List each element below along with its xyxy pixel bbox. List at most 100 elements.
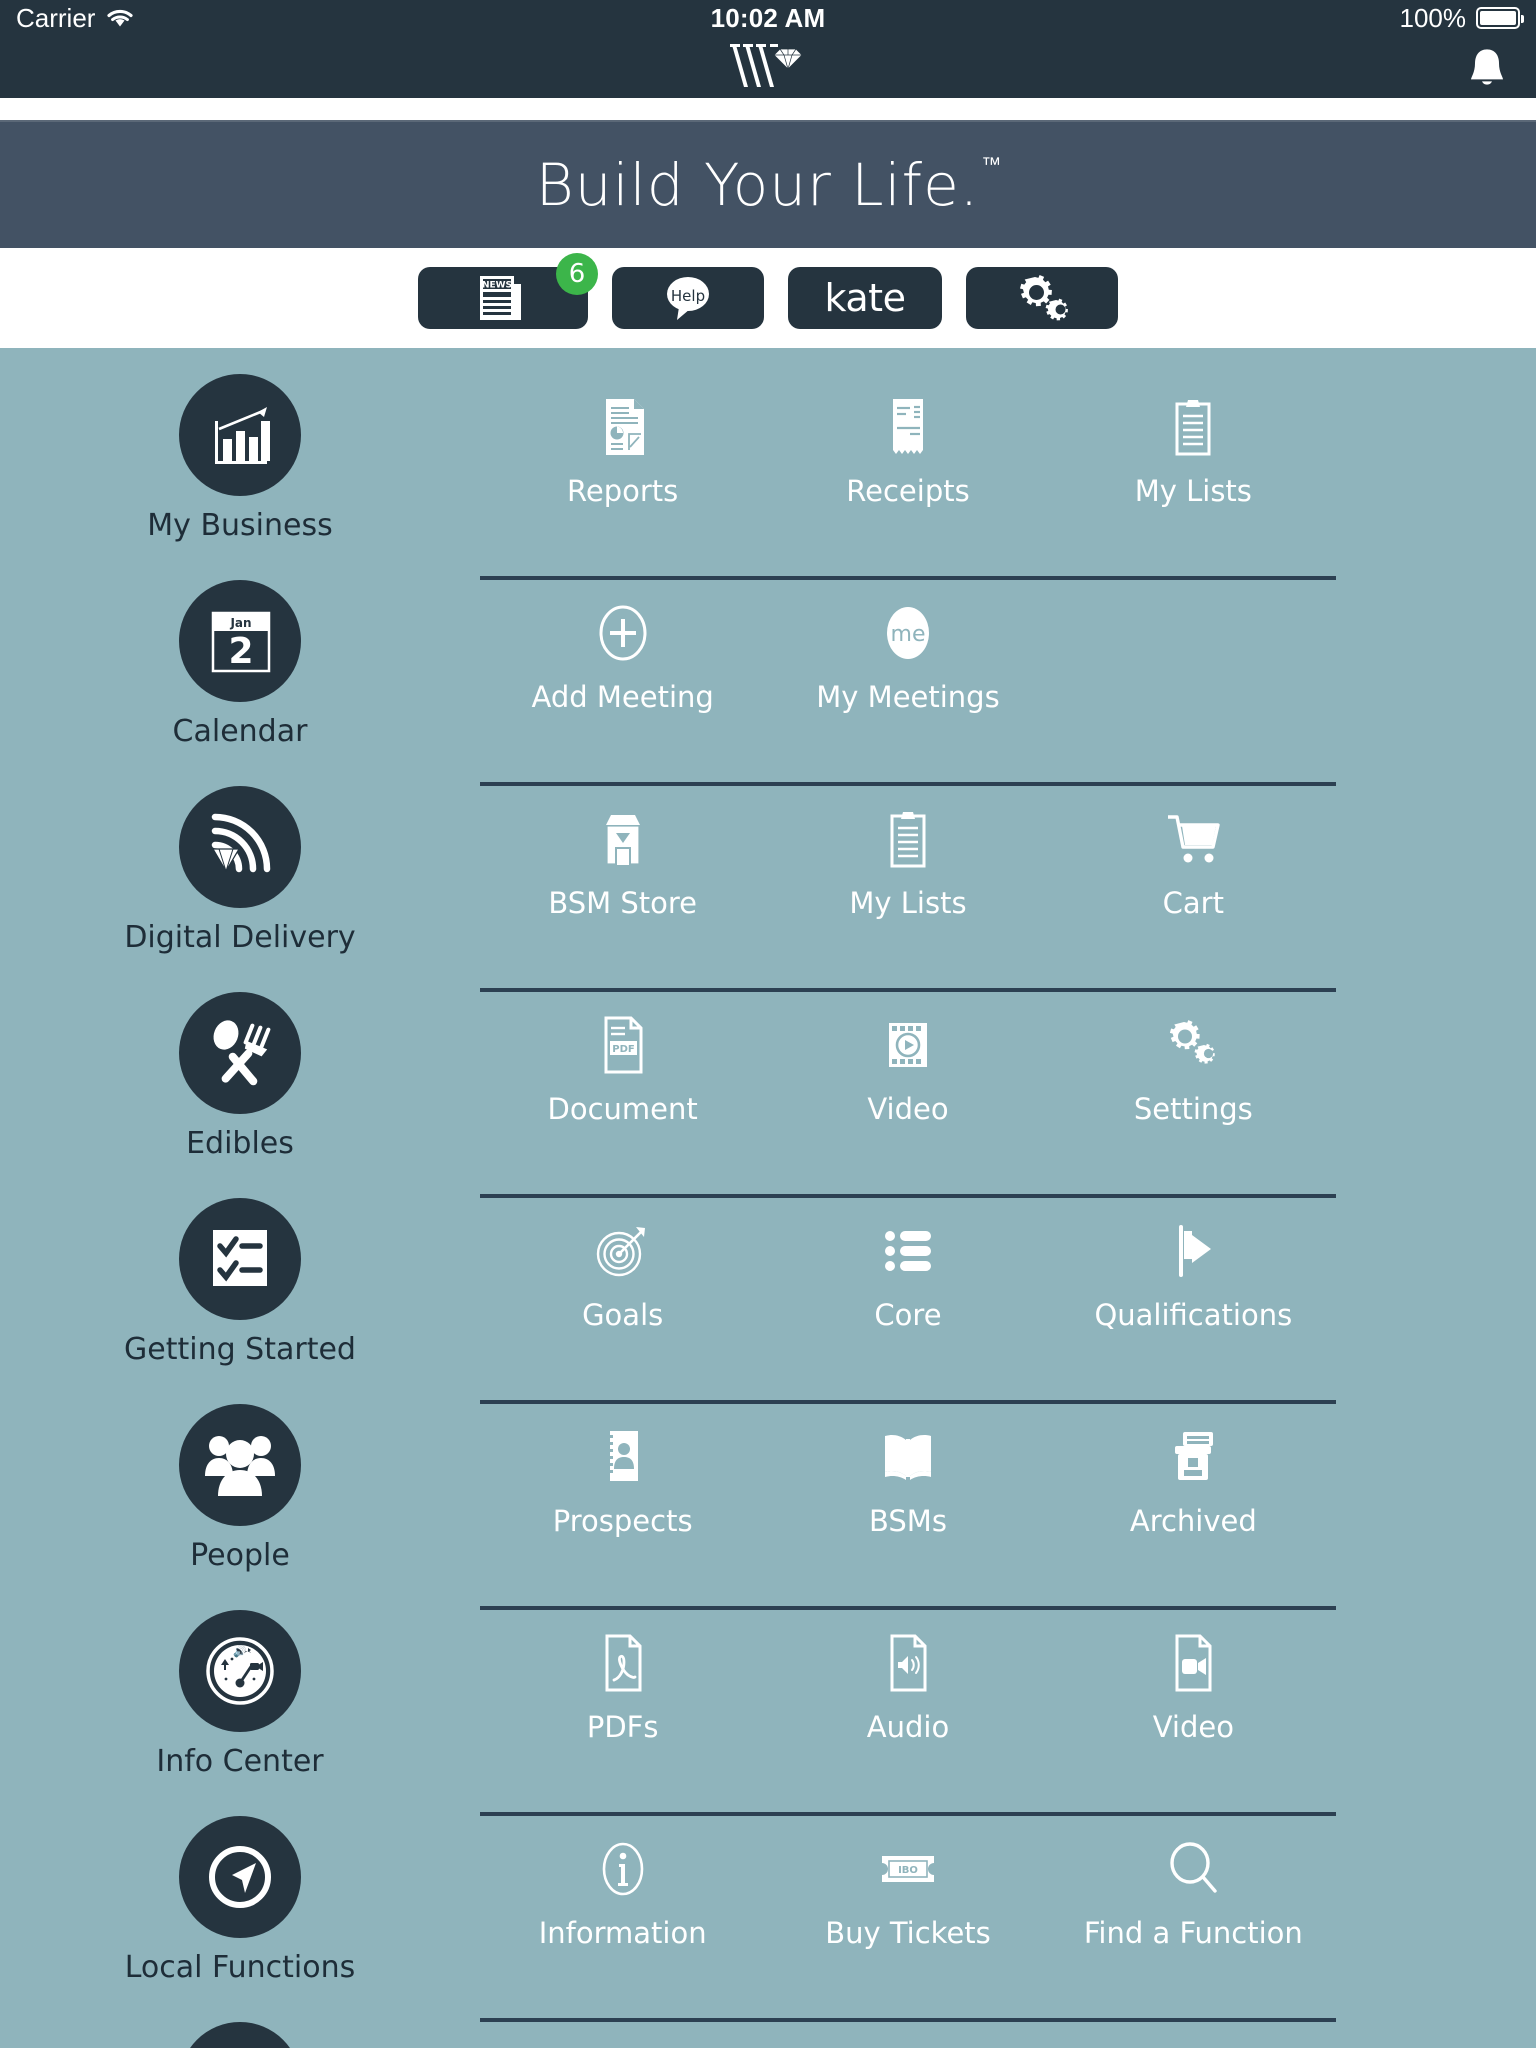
bell-icon[interactable]: [1464, 45, 1510, 93]
grid-cell-label: Cart: [1162, 886, 1224, 920]
grid-cell-my-lists[interactable]: My Lists: [765, 786, 1050, 920]
sidebar-item-label: Digital Delivery: [124, 920, 356, 955]
sidebar-item-getting-started[interactable]: Getting Started: [0, 1198, 480, 1404]
tagline-text: Build Your Life. ™: [536, 151, 1003, 219]
sidebar-item-info-center[interactable]: 🔊 Info Center: [0, 1610, 480, 1816]
info-circle-icon: [592, 1838, 654, 1900]
grid-cell-bsms[interactable]: BSMs: [765, 1404, 1050, 1538]
grid-row: Goals Core Qualifications: [480, 1198, 1336, 1404]
tagline-banner: Build Your Life. ™: [0, 120, 1536, 248]
sidebar-item-local-functions[interactable]: Local Functions: [0, 1816, 480, 2022]
store-diamond-icon: [592, 808, 654, 870]
target-dart-icon: [592, 1220, 654, 1282]
grid-row: Reports Receipts My Lists: [480, 374, 1336, 580]
diamond-broadcast-icon: [179, 786, 301, 908]
grid-cell-archived[interactable]: Archived: [1051, 1404, 1336, 1538]
sidebar-item-label: Calendar: [172, 714, 308, 749]
svg-text:🔊: 🔊: [233, 1644, 247, 1658]
quick-action-bar: NEWS 6 Help kate: [0, 248, 1536, 348]
audio-file-icon: [877, 1632, 939, 1694]
grid-cell-information[interactable]: Information: [480, 1816, 765, 1950]
trademark-symbol: ™: [981, 151, 1003, 176]
grid-cell-goals[interactable]: Goals: [480, 1198, 765, 1332]
kate-button[interactable]: kate: [788, 267, 942, 329]
clipboard-icon: [877, 808, 939, 870]
calendar-icon: Jan 2: [179, 580, 301, 702]
grid-cell-label: Buy Tickets: [825, 1916, 991, 1950]
partial-category-icon: [179, 2022, 301, 2048]
help-button[interactable]: Help: [612, 267, 764, 329]
grid-cell-label: Archived: [1129, 1504, 1257, 1538]
header-divider-strip: [0, 98, 1536, 120]
sidebar-item-edibles[interactable]: Edibles: [0, 992, 480, 1198]
receipt-icon: [877, 396, 939, 458]
pdf-document-icon: PDF: [592, 1014, 654, 1076]
film-play-icon: [877, 1014, 939, 1076]
main-body: My Business Jan 2 Calendar Digital Deliv…: [0, 348, 1536, 2048]
spoon-fork-icon: [179, 992, 301, 1114]
grid-cell-video[interactable]: Video: [1051, 1610, 1336, 1744]
grid-row: PDF Document Video Settings: [480, 992, 1336, 1198]
grid-cell-my-meetings[interactable]: me My Meetings: [765, 580, 1050, 714]
sidebar-item-calendar[interactable]: Jan 2 Calendar: [0, 580, 480, 786]
news-badge-count: 6: [556, 253, 598, 295]
clipboard-icon: [1162, 396, 1224, 458]
grid-cell-label: Settings: [1133, 1092, 1253, 1126]
help-speech-bubble-icon: Help: [657, 270, 719, 326]
sidebar-item-my-business[interactable]: My Business: [0, 374, 480, 580]
sidebar-item-partial-next[interactable]: [0, 2022, 480, 2048]
news-button[interactable]: NEWS 6: [418, 253, 598, 329]
address-book-icon: [592, 1426, 654, 1488]
grid-cell-reports[interactable]: Reports: [480, 374, 765, 508]
grid-cell-audio[interactable]: Audio: [765, 1610, 1050, 1744]
grid-cell-label: Reports: [567, 474, 679, 508]
w-diamond-logo-icon[interactable]: [718, 39, 818, 95]
grid-cell-cart[interactable]: Cart: [1051, 786, 1336, 920]
battery-full-icon: [1476, 7, 1524, 29]
grid-cell-settings[interactable]: Settings: [1051, 992, 1336, 1126]
sidebar-item-label: Info Center: [156, 1744, 324, 1779]
people-group-icon: [179, 1404, 301, 1526]
svg-text:NEWS: NEWS: [482, 281, 512, 291]
newspaper-icon: NEWS: [474, 270, 532, 326]
magnifier-icon: [1162, 1838, 1224, 1900]
status-bar: Carrier 10:02 AM 100%: [0, 0, 1536, 36]
grid-cell-bsm-store[interactable]: BSM Store: [480, 786, 765, 920]
grid-cell-prospects[interactable]: Prospects: [480, 1404, 765, 1538]
grid-cell-label: PDFs: [586, 1710, 659, 1744]
grid-cell-label: Goals: [582, 1298, 664, 1332]
grid-cell-label: My Lists: [1134, 474, 1252, 508]
grid-cell-label: Information: [538, 1916, 707, 1950]
sidebar-item-label: People: [190, 1538, 290, 1573]
grid-cell-document[interactable]: PDF Document: [480, 992, 765, 1126]
grid-cell-label: BSMs: [869, 1504, 947, 1538]
svg-text:IBO: IBO: [898, 1865, 918, 1876]
settings-button[interactable]: [966, 267, 1118, 329]
grid-cell-pdfs[interactable]: PDFs: [480, 1610, 765, 1744]
report-document-icon: [592, 396, 654, 458]
grid-cell-receipts[interactable]: Receipts: [765, 374, 1050, 508]
grid-cell-add-meeting[interactable]: Add Meeting: [480, 580, 765, 714]
grid-cell-find-a-function[interactable]: Find a Function: [1051, 1816, 1336, 1950]
sidebar-item-label: My Business: [147, 508, 333, 543]
grid-cell-label: Audio: [866, 1710, 950, 1744]
gears-icon: [1011, 271, 1073, 325]
svg-text:2: 2: [228, 631, 253, 672]
grid-cell-video[interactable]: Video: [765, 992, 1050, 1126]
sidebar-item-label: Getting Started: [124, 1332, 356, 1367]
grid-cell-my-lists[interactable]: My Lists: [1051, 374, 1336, 508]
empty-slot: [1162, 602, 1224, 664]
grid-row: Add Meeting me My Meetings: [480, 580, 1336, 786]
grid-cell-qualifications[interactable]: Qualifications: [1051, 1198, 1336, 1332]
grid-cell-core[interactable]: Core: [765, 1198, 1050, 1332]
grid-cell-label: Find a Function: [1083, 1916, 1303, 1950]
bar-chart-growth-icon: [179, 374, 301, 496]
grid-cell-label: Video: [1152, 1710, 1234, 1744]
svg-text:Help: Help: [671, 287, 705, 305]
grid-cell-buy-tickets[interactable]: IBO Buy Tickets: [765, 1816, 1050, 1950]
pennant-flag-icon: [1162, 1220, 1224, 1282]
sidebar-item-people[interactable]: People: [0, 1404, 480, 1610]
sidebar-item-label: Local Functions: [124, 1950, 356, 1985]
grid-cell-label: Add Meeting: [531, 680, 714, 714]
sidebar-item-digital-delivery[interactable]: Digital Delivery: [0, 786, 480, 992]
